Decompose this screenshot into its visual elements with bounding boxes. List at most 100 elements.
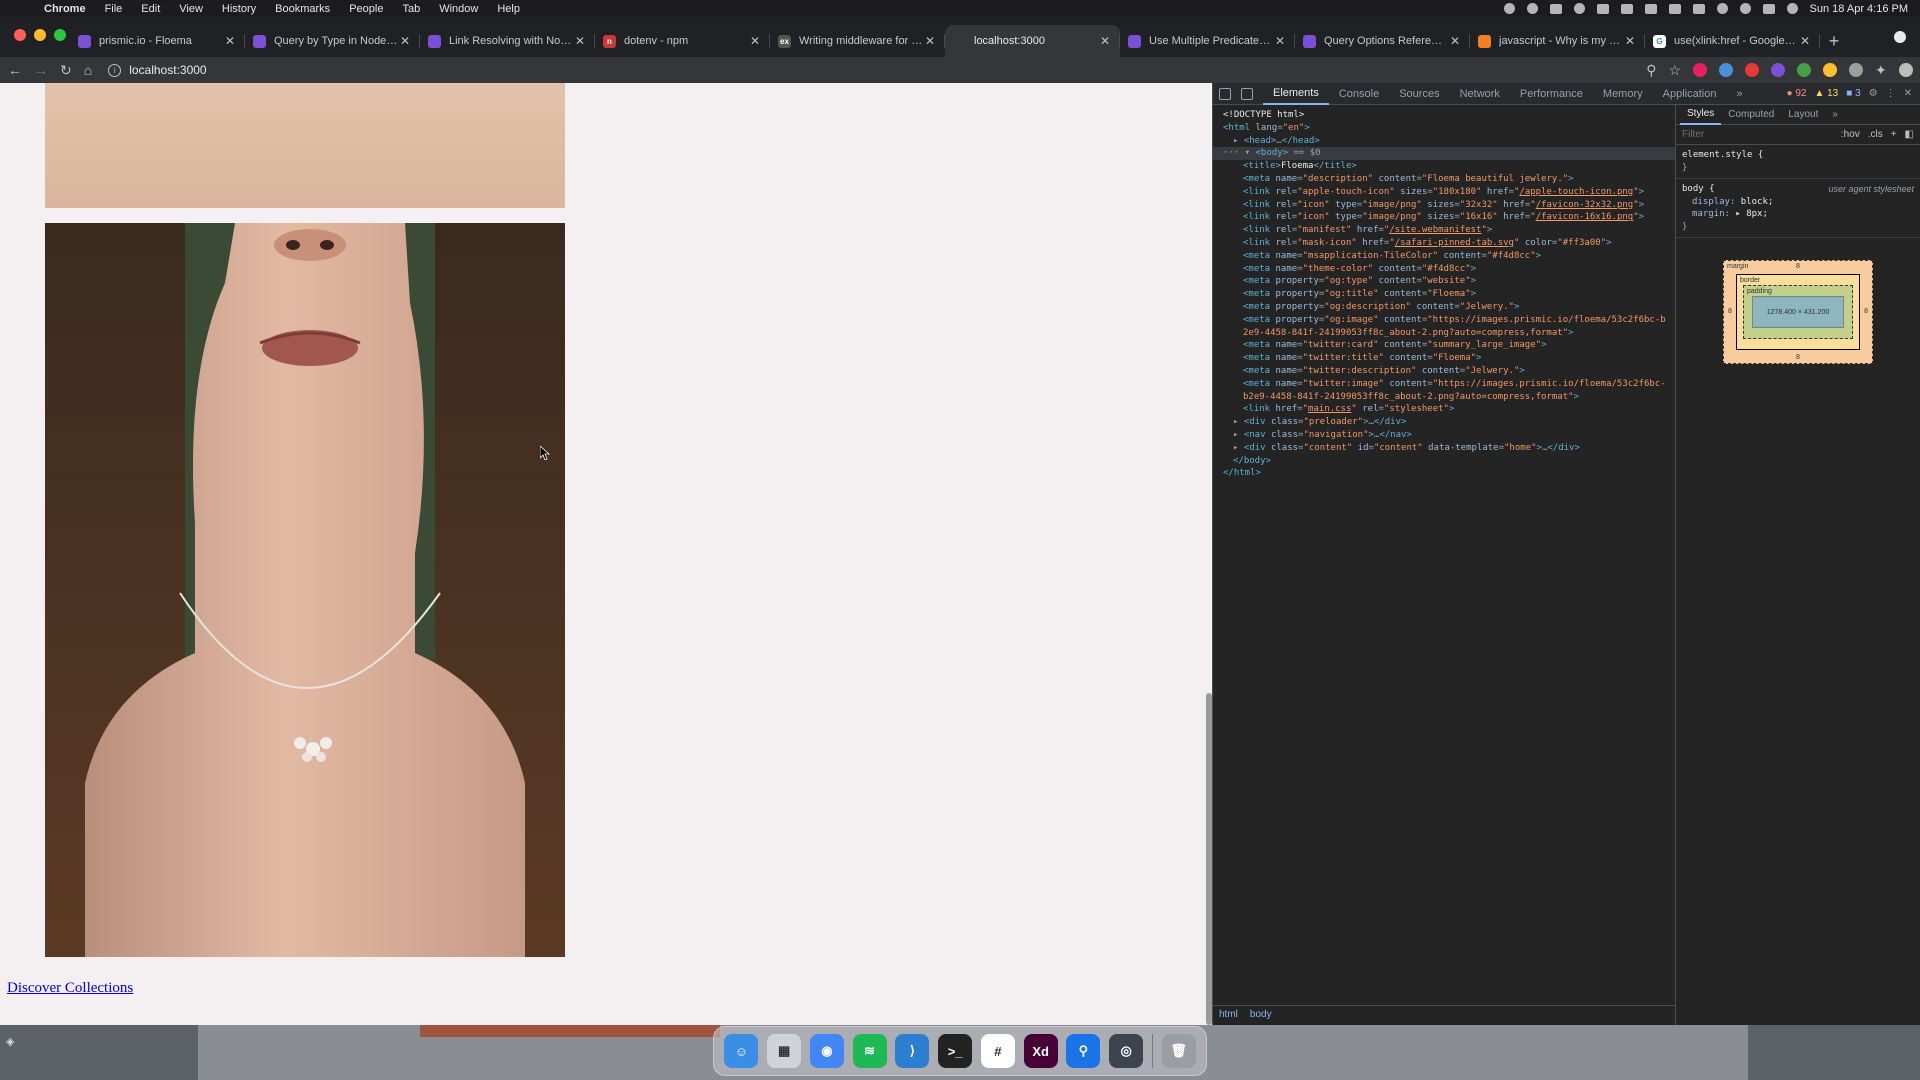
inspect-element-icon[interactable] <box>1219 87 1231 100</box>
rule-selector[interactable]: element.style { <box>1682 149 1914 162</box>
close-tab-icon[interactable]: ✕ <box>1623 34 1637 48</box>
forward-icon[interactable]: → <box>34 62 48 78</box>
breadcrumb-html[interactable]: html <box>1219 1009 1238 1022</box>
dom-node-line[interactable]: ▸ <head>…</head> <box>1213 135 1675 148</box>
site-info-icon[interactable]: i <box>108 63 122 77</box>
menu-edit[interactable]: Edit <box>141 3 160 15</box>
terminal-icon[interactable]: >_ <box>938 1034 973 1068</box>
warning-count[interactable]: ▲ 13 <box>1814 88 1838 99</box>
browser-tab[interactable]: Use Multiple Predicates in Jav✕ <box>1120 25 1295 57</box>
menu-app-name[interactable]: Chrome <box>44 3 86 15</box>
info-count[interactable]: ■ 3 <box>1846 88 1860 99</box>
kebab-menu-icon[interactable]: ⋮ <box>1886 88 1896 99</box>
address-bar[interactable]: i localhost:3000 <box>104 59 1635 81</box>
screen-share-icon[interactable] <box>1526 3 1538 14</box>
dom-node-line[interactable]: <title>Floema</title> <box>1213 160 1675 173</box>
vpn-icon[interactable] <box>1573 3 1585 14</box>
browser-tab[interactable]: localhost:3000 ✕ <box>945 25 1120 57</box>
dom-node-line[interactable]: ··· ▾ <body> == $0 <box>1213 147 1675 161</box>
dom-node-line[interactable]: <meta name="twitter:card" content="summa… <box>1213 339 1675 352</box>
close-tab-icon[interactable]: ✕ <box>923 34 937 48</box>
dom-node-line[interactable]: <meta name="description" content="Floema… <box>1213 173 1675 186</box>
tab-layout[interactable]: Layout <box>1781 105 1825 125</box>
browser-tab[interactable]: n dotenv - npm ✕ <box>595 25 770 57</box>
more-tabs-button[interactable]: » <box>1726 83 1752 105</box>
styles-filter-input[interactable]: Filter <box>1682 129 1833 140</box>
browser-tab[interactable]: Link Resolving with Node.js - ✕ <box>420 25 595 57</box>
chrome-icon[interactable]: ◉ <box>809 1034 844 1068</box>
extension-icon[interactable] <box>1745 63 1760 77</box>
tab-sources[interactable]: Sources <box>1389 83 1449 105</box>
battery-icon[interactable] <box>1644 3 1657 14</box>
avatar[interactable] <box>1898 63 1913 77</box>
dom-node-line[interactable]: <meta property="og:type" content="websit… <box>1213 275 1675 288</box>
close-tab-icon[interactable]: ✕ <box>223 34 237 48</box>
dom-node-line[interactable]: <html lang="en"> <box>1213 122 1675 135</box>
vscode-icon[interactable]: ⟩ <box>895 1034 930 1068</box>
menu-people[interactable]: People <box>349 3 383 15</box>
device-toolbar-icon[interactable] <box>1241 87 1253 100</box>
dom-node-line[interactable]: 2e9-4458-841f-24199053ff8c_about-2.png?a… <box>1213 327 1675 340</box>
tab-computed[interactable]: Computed <box>1721 105 1781 125</box>
reload-icon[interactable]: ↻ <box>60 62 72 78</box>
class-toggle[interactable]: .cls <box>1868 129 1883 140</box>
layers-icon[interactable]: ◈ <box>6 1030 14 1054</box>
error-count[interactable]: ● 92 <box>1786 88 1806 99</box>
dom-node-line[interactable]: <meta name="theme-color" content="#f4d8c… <box>1213 263 1675 276</box>
cloud-icon[interactable] <box>1549 3 1562 14</box>
browser-tab[interactable]: prismic.io - Floema ✕ <box>70 25 245 57</box>
css-property[interactable]: display: block; <box>1682 196 1914 209</box>
dom-node-line[interactable]: <meta property="og:description" content=… <box>1213 301 1675 314</box>
download-cloud-icon[interactable] <box>1620 3 1633 14</box>
dom-node-line[interactable]: <meta property="og:image" content="https… <box>1213 314 1675 327</box>
record-icon[interactable] <box>1503 3 1515 14</box>
dom-node-line[interactable]: <meta name="msapplication-TileColor" con… <box>1213 250 1675 263</box>
close-tab-icon[interactable]: ✕ <box>398 34 412 48</box>
dom-node-line[interactable]: <meta name="twitter:description" content… <box>1213 365 1675 378</box>
dom-node-line[interactable]: ▸ <nav class="navigation">…</nav> <box>1213 429 1675 442</box>
menu-window[interactable]: Window <box>439 3 478 15</box>
close-tab-icon[interactable]: ✕ <box>1448 34 1462 48</box>
extension-icon[interactable] <box>1823 63 1838 77</box>
dom-node-line[interactable]: </html> <box>1213 467 1675 480</box>
close-tab-icon[interactable]: ✕ <box>573 34 587 48</box>
siri-icon[interactable] <box>1786 3 1798 14</box>
dom-node-line[interactable]: ▸ <div class="content" id="content" data… <box>1213 442 1675 455</box>
tab-elements[interactable]: Elements <box>1263 83 1329 105</box>
menubar-clock[interactable]: Sun 18 Apr 4:16 PM <box>1810 3 1908 15</box>
breadcrumb-body[interactable]: body <box>1250 1009 1272 1022</box>
hover-state-toggle[interactable]: :hov <box>1841 129 1860 140</box>
dom-node-line[interactable]: <meta name="twitter:title" content="Floe… <box>1213 352 1675 365</box>
finder-icon[interactable]: ☺ <box>724 1034 759 1068</box>
menu-help[interactable]: Help <box>497 3 520 15</box>
dom-node-line[interactable]: <link rel="manifest" href="/site.webmani… <box>1213 224 1675 237</box>
tab-application[interactable]: Application <box>1653 83 1727 105</box>
volume-icon[interactable] <box>1692 3 1705 14</box>
extension-icon[interactable] <box>1797 63 1812 77</box>
menu-file[interactable]: File <box>105 3 123 15</box>
apple-icon[interactable] <box>12 2 26 16</box>
control-center-icon[interactable] <box>1762 3 1775 14</box>
browser-tab[interactable]: ex Writing middleware for use in✕ <box>770 25 945 57</box>
dom-node-line[interactable]: <!DOCTYPE html> <box>1213 109 1675 122</box>
dom-node-line[interactable]: <meta property="og:title" content="Floem… <box>1213 288 1675 301</box>
launchpad-icon[interactable]: ▦ <box>767 1034 802 1068</box>
close-tab-icon[interactable]: ✕ <box>1798 34 1812 48</box>
menu-bookmarks[interactable]: Bookmarks <box>275 3 330 15</box>
box-margin-top[interactable]: 8 <box>1796 263 1800 270</box>
page-scrollbar[interactable] <box>1206 693 1212 1025</box>
dom-node-line[interactable]: b2e9-4458-841f-24199053ff8c_about-2.png?… <box>1213 391 1675 404</box>
back-icon[interactable]: ← <box>8 62 22 78</box>
box-margin-right[interactable]: 8 <box>1864 308 1868 315</box>
spotify-icon[interactable]: ≋ <box>852 1034 887 1068</box>
minimize-window-button[interactable] <box>34 29 46 41</box>
shield-icon[interactable] <box>1849 63 1864 77</box>
tab-network[interactable]: Network <box>1450 83 1510 105</box>
css-property[interactable]: margin: ▸ 8px; <box>1682 208 1914 221</box>
box-content-size[interactable]: 1278.400 × 431.200 <box>1752 296 1844 328</box>
close-icon[interactable]: ✕ <box>1904 88 1912 99</box>
extension-icon[interactable] <box>1771 63 1786 77</box>
dom-node-line[interactable]: <link rel="icon" type="image/png" sizes=… <box>1213 211 1675 224</box>
more-tabs-button[interactable]: » <box>1825 105 1845 125</box>
box-margin-left[interactable]: 8 <box>1728 308 1732 315</box>
